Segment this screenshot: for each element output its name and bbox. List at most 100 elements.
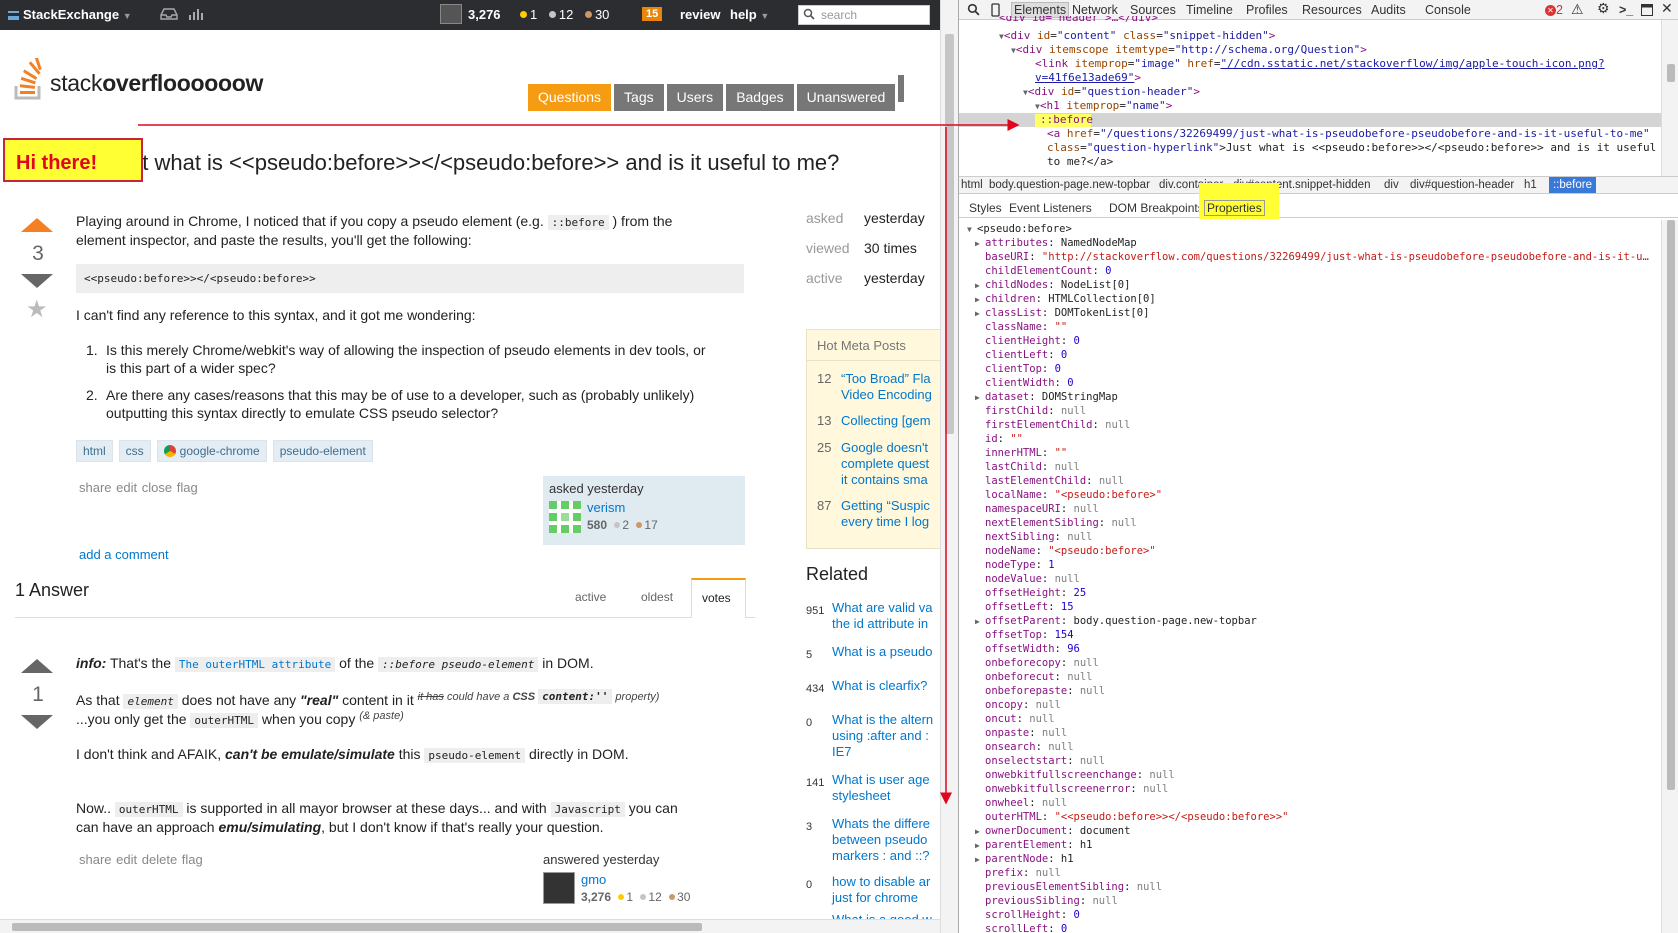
nav-ask-question[interactable] <box>898 75 905 102</box>
dom-node-continued[interactable]: v=41f6e13ade69"> <box>1035 71 1141 85</box>
property-row-onselectstart[interactable]: onselectstart: null <box>975 754 1105 768</box>
reputation-count[interactable]: 3,276 <box>468 7 501 22</box>
dom-tree-scrollbar[interactable] <box>1661 20 1678 176</box>
active-date-link[interactable]: yesterday <box>864 270 925 286</box>
property-row-offsetparent[interactable]: ▶ offsetParent: body.question-page.new-to… <box>975 614 1257 628</box>
nav-users[interactable]: Users <box>666 84 724 111</box>
property-row-previoussibling[interactable]: previousSibling: null <box>975 894 1118 908</box>
property-row-previouselementsibling[interactable]: previousElementSibling: null <box>975 880 1162 894</box>
inbox-icon[interactable] <box>160 7 178 24</box>
property-row-onbeforecopy[interactable]: onbeforecopy: null <box>975 656 1099 670</box>
property-row-dataset[interactable]: ▶ dataset: DOMStringMap <box>975 390 1118 404</box>
tab-profiles[interactable]: Profiles <box>1246 3 1288 17</box>
tab-properties[interactable]: Properties <box>1204 200 1265 216</box>
property-row-oncopy[interactable]: oncopy: null <box>975 698 1061 712</box>
property-row-parentnode[interactable]: ▶ parentNode: h1 <box>975 852 1074 866</box>
nav-questions[interactable]: Questions <box>528 84 612 111</box>
property-row-baseuri[interactable]: baseURI: "http://stackoverflow.com/quest… <box>975 250 1649 264</box>
property-row-clienttop[interactable]: clientTop: 0 <box>975 362 1061 376</box>
dom-node[interactable]: ▼<div id="content" class="snippet-hidden… <box>999 29 1275 43</box>
dom-node[interactable]: ▼<h1 itemprop="name"> <box>1035 99 1172 113</box>
nav-badges[interactable]: Badges <box>726 84 794 111</box>
gear-icon[interactable]: ⚙ <box>1597 0 1610 17</box>
breadcrumb-item[interactable]: div <box>1384 179 1399 191</box>
breadcrumb-item[interactable]: div#question-header <box>1410 179 1514 191</box>
tab-sources[interactable]: Sources <box>1130 3 1176 17</box>
breadcrumb-item[interactable]: body.question-page.new-topbar <box>989 179 1150 191</box>
inspect-icon[interactable] <box>967 3 980 19</box>
property-row-onwebkitfullscreenchange[interactable]: onwebkitfullscreenchange: null <box>975 768 1175 782</box>
page-vertical-scrollbar[interactable] <box>940 0 958 933</box>
share-link[interactable]: share <box>79 480 112 495</box>
properties-scrollbar[interactable] <box>1661 220 1678 933</box>
review-count-badge[interactable]: 15 <box>642 7 663 21</box>
property-row-namespaceuri[interactable]: namespaceURI: null <box>975 502 1099 516</box>
tag-pseudo-element[interactable]: pseudo-element <box>272 440 373 462</box>
property-row-firstelementchild[interactable]: firstElementChild: null <box>975 418 1130 432</box>
property-row-onwebkitfullscreenerror[interactable]: onwebkitfullscreenerror: null <box>975 782 1168 796</box>
property-row-clientwidth[interactable]: clientWidth: 0 <box>975 376 1074 390</box>
breadcrumb-item[interactable]: html <box>961 179 983 191</box>
search-input[interactable]: search <box>798 5 930 25</box>
error-count[interactable]: ✕ 2 <box>1545 3 1563 17</box>
user-avatar[interactable] <box>440 4 462 24</box>
horizontal-scrollbar[interactable] <box>0 919 940 933</box>
scrollbar-thumb[interactable] <box>1667 220 1675 790</box>
property-root[interactable]: ▼ <pseudo:before> <box>967 222 1072 236</box>
edit-link[interactable]: edit <box>116 480 137 495</box>
property-row-children[interactable]: ▶ children: HTMLCollection[0] <box>975 292 1156 306</box>
property-row-offsetleft[interactable]: offsetLeft: 15 <box>975 600 1074 614</box>
achievements-icon[interactable] <box>188 7 204 24</box>
sort-tab-oldest[interactable]: oldest <box>641 590 673 604</box>
property-row-childnodes[interactable]: ▶ childNodes: NodeList[0] <box>975 278 1130 292</box>
dom-node[interactable]: <div id="header">…</div> <box>999 16 1158 24</box>
dom-node[interactable]: ▼<div itemscope itemtype="http://schema.… <box>1011 43 1367 57</box>
tab-resources[interactable]: Resources <box>1302 3 1362 17</box>
dom-node[interactable]: <a href="/questions/32269499/just-what-i… <box>1047 127 1650 141</box>
property-row-lastelementchild[interactable]: lastElementChild: null <box>975 474 1124 488</box>
delete-link[interactable]: delete <box>142 852 177 867</box>
property-row-childelementcount[interactable]: childElementCount: 0 <box>975 264 1111 278</box>
tag-html[interactable]: html <box>76 440 113 462</box>
property-row-nodevalue[interactable]: nodeValue: null <box>975 572 1080 586</box>
property-row-lastchild[interactable]: lastChild: null <box>975 460 1080 474</box>
scrollbar-thumb[interactable] <box>12 923 702 931</box>
filter-icon[interactable]: ⚠ <box>1571 1 1584 18</box>
upvote-icon[interactable] <box>21 218 53 232</box>
property-row-onpaste[interactable]: onpaste: null <box>975 726 1067 740</box>
dom-node-before-pseudo[interactable]: ::before <box>1040 113 1093 127</box>
tab-console[interactable]: Console <box>1425 3 1471 17</box>
avatar[interactable] <box>549 501 581 533</box>
downvote-icon[interactable] <box>21 274 53 288</box>
upvote-icon[interactable] <box>21 659 53 673</box>
tag-google-chrome[interactable]: google-chrome <box>156 440 267 462</box>
add-comment-link[interactable]: add a comment <box>79 547 169 562</box>
nav-unanswered[interactable]: Unanswered <box>796 84 896 111</box>
stackexchange-menu[interactable]: StackExchange ▼ <box>8 7 132 22</box>
sort-tab-votes[interactable]: votes <box>691 578 746 618</box>
scrollbar-thumb[interactable] <box>945 34 954 434</box>
dom-node-continued[interactable]: class="question-hyperlink">Just what is … <box>1047 141 1656 155</box>
property-row-nodename[interactable]: nodeName: "<pseudo:before>" <box>975 544 1156 558</box>
dom-node-continued[interactable]: to me?</a> <box>1047 155 1113 167</box>
property-row-innerhtml[interactable]: innerHTML: "" <box>975 446 1067 460</box>
property-row-offsettop[interactable]: offsetTop: 154 <box>975 628 1074 642</box>
property-row-clientleft[interactable]: clientLeft: 0 <box>975 348 1067 362</box>
share-link[interactable]: share <box>79 852 112 867</box>
property-row-localname[interactable]: localName: "<pseudo:before>" <box>975 488 1162 502</box>
property-row-scrollheight[interactable]: scrollHeight: 0 <box>975 908 1080 922</box>
favorite-star-icon[interactable]: ★ <box>26 298 55 322</box>
nav-tags[interactable]: Tags <box>614 84 664 111</box>
property-row-parentelement[interactable]: ▶ parentElement: h1 <box>975 838 1093 852</box>
breadcrumb-item[interactable]: h1 <box>1524 179 1537 191</box>
property-row-offsetheight[interactable]: offsetHeight: 25 <box>975 586 1086 600</box>
tab-timeline[interactable]: Timeline <box>1186 3 1233 17</box>
scrollbar-thumb[interactable] <box>1667 64 1675 82</box>
property-row-oncut[interactable]: oncut: null <box>975 712 1055 726</box>
sort-tab-active[interactable]: active <box>575 590 606 604</box>
tab-event-listeners[interactable]: Event Listeners <box>1009 201 1092 215</box>
property-row-nodetype[interactable]: nodeType: 1 <box>975 558 1055 572</box>
property-row-nextelementsibling[interactable]: nextElementSibling: null <box>975 516 1137 530</box>
property-row-onbeforepaste[interactable]: onbeforepaste: null <box>975 684 1105 698</box>
question-title[interactable]: Just what is <<pseudo:before>></<pseudo:… <box>108 150 839 176</box>
